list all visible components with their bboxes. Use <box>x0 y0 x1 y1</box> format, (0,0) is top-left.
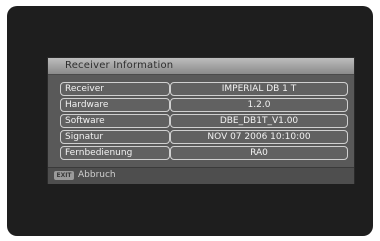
info-row-fernbedienung: Fernbedienung RA0 <box>60 146 348 160</box>
info-row-hardware: Hardware 1.2.0 <box>60 98 348 112</box>
info-value: IMPERIAL DB 1 T <box>170 82 348 96</box>
exit-key-icon: EXIT <box>54 171 74 180</box>
dialog-titlebar: Receiver Information <box>48 58 354 75</box>
info-row-signatur: Signatur NOV 07 2006 10:10:00 <box>60 130 348 144</box>
info-value: DBE_DB1T_V1.00 <box>170 114 348 128</box>
info-value: RA0 <box>170 146 348 160</box>
info-rows: Receiver IMPERIAL DB 1 T Hardware 1.2.0 … <box>60 82 348 162</box>
receiver-information-dialog: Receiver Information Receiver IMPERIAL D… <box>48 58 354 184</box>
info-value: NOV 07 2006 10:10:00 <box>170 130 348 144</box>
info-row-software: Software DBE_DB1T_V1.00 <box>60 114 348 128</box>
exit-action-label[interactable]: Abbruch <box>78 170 116 181</box>
info-label: Hardware <box>60 98 170 112</box>
info-label: Signatur <box>60 130 170 144</box>
info-label: Software <box>60 114 170 128</box>
dialog-footer: EXIT Abbruch <box>48 167 354 184</box>
info-value: 1.2.0 <box>170 98 348 112</box>
tv-screen: Receiver Information Receiver IMPERIAL D… <box>7 6 373 236</box>
dialog-title: Receiver Information <box>65 60 174 71</box>
info-row-receiver: Receiver IMPERIAL DB 1 T <box>60 82 348 96</box>
info-label: Receiver <box>60 82 170 96</box>
info-label: Fernbedienung <box>60 146 170 160</box>
